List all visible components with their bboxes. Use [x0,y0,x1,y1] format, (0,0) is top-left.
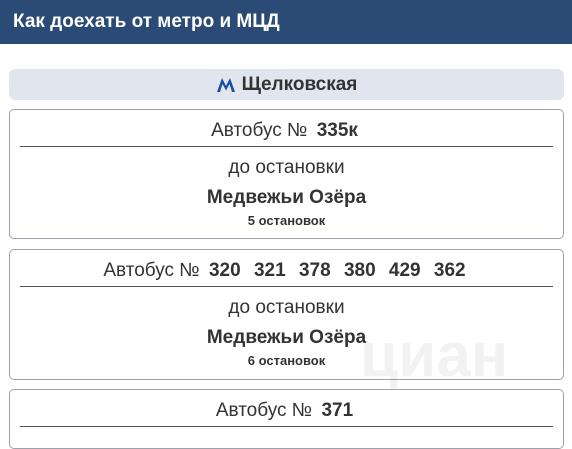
stop-count: 5 остановок [247,213,326,228]
bus-prefix: Автобус № [211,120,308,141]
divider [20,146,553,147]
bus-line: Автобус № 335к [10,110,563,146]
to-stop-label: до остановки [228,297,345,318]
bus-number: 335к [316,120,358,141]
route-card[interactable]: Автобус № 371 [9,389,564,449]
route-card[interactable]: Автобус № 335к до остановки Медвежьи Озё… [9,109,564,239]
bus-number: 320 [208,260,241,281]
divider [20,286,553,287]
to-stop-label: до остановки [228,157,345,178]
bus-number: 371 [321,400,354,421]
bus-number: 429 [388,260,421,281]
stop-name: Медвежьи Озёра [206,327,367,348]
bus-line: Автобус № 320 321 378 380 429 362 [10,250,563,286]
bus-number: 321 [253,260,286,281]
bus-number: 362 [433,260,466,281]
bus-number: 378 [298,260,331,281]
page-header: Как доехать от метро и МЦД [0,0,572,44]
header-title: Как доехать от метро и МЦД [13,11,280,32]
stop-name: Медвежьи Озёра [206,187,367,208]
bus-number: 380 [343,260,376,281]
bus-prefix: Автобус № [103,260,200,281]
bus-line: Автобус № 371 [10,390,563,426]
stop-count: 6 остановок [247,353,326,368]
station-name: Щелковская [241,73,358,95]
route-card[interactable]: Автобус № 320 321 378 380 429 362 до ост… [9,249,564,380]
divider [20,426,553,427]
station-bar[interactable]: Щелковская [9,69,564,100]
metro-m-icon [216,77,235,92]
bus-prefix: Автобус № [215,400,313,421]
